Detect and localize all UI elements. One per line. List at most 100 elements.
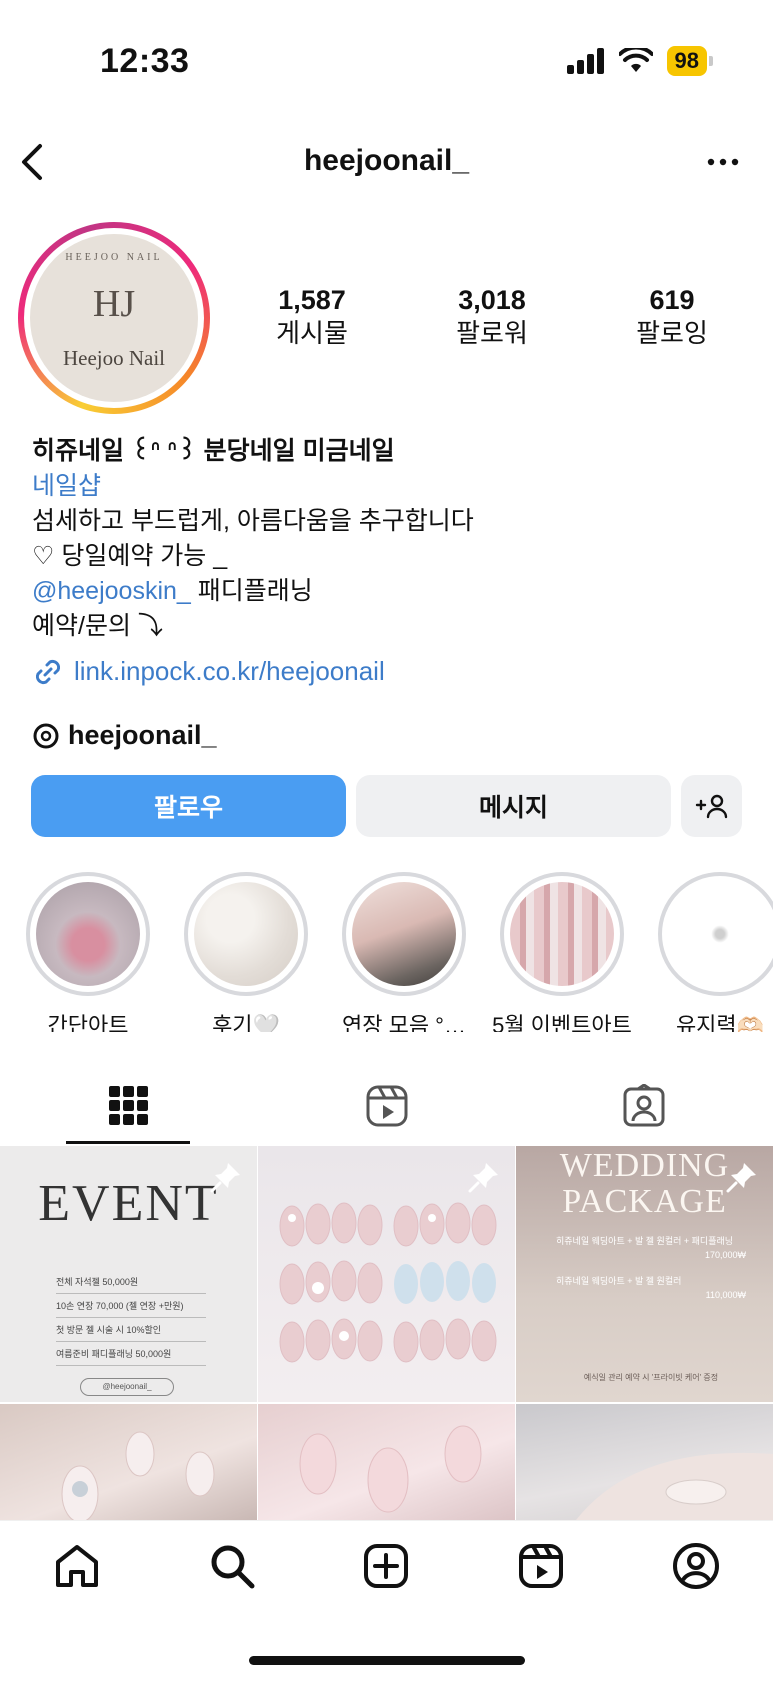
bio-mention-line: @heejooskin_ 패디플래닝: [32, 574, 752, 609]
nail-photo-image: [299, 1425, 482, 1513]
post-nail-art[interactable]: [258, 1146, 515, 1402]
post-wedding-package[interactable]: WEDDING PACKAGE 히쥬네일 웨딩아트 + 발 젤 원컬러 + 패디플…: [516, 1146, 773, 1402]
event-row: 전체 자석젤 50,000원: [56, 1270, 206, 1294]
bio-link-text: link.inpock.co.kr/heejoonail: [74, 656, 385, 686]
bio-category[interactable]: 네일샵: [32, 469, 752, 504]
pin-icon: [210, 1163, 240, 1193]
highlight-item[interactable]: 간단아트: [18, 872, 158, 1032]
profile-avatar[interactable]: HEEJOO NAIL HJ Heejoo Nail: [18, 222, 210, 414]
stat-label: 팔로워: [456, 318, 528, 348]
threads-handle: heejoonail_: [68, 720, 217, 750]
avatar-brand-name: Heejoo Nail: [62, 346, 166, 370]
status-time: 12:33: [100, 42, 190, 80]
highlight-thumbnail: [352, 882, 456, 986]
create-post-icon: [364, 1543, 409, 1588]
wedding-price: 110,000₩: [705, 1290, 746, 1300]
event-row: 첫 방문 젤 시술 시 10%할인: [56, 1318, 206, 1342]
nav-home[interactable]: [47, 1536, 107, 1596]
nail-photo-image: [576, 1452, 773, 1520]
stat-posts[interactable]: 1,587 게시물: [222, 284, 402, 350]
add-user-icon: [695, 794, 727, 819]
event-row: 10손 연장 70,000 (젤 연장 +만원): [56, 1294, 206, 1318]
avatar-image: HEEJOO NAIL HJ Heejoo Nail: [30, 234, 198, 402]
stat-label: 팔로잉: [636, 318, 708, 348]
wedding-price: 170,000₩: [704, 1250, 746, 1260]
highlight-thumbnail: [510, 882, 614, 986]
header-username: heejoonail_: [303, 144, 470, 177]
stat-value: 619: [649, 285, 695, 315]
highlight-label: 간단아트: [47, 1013, 129, 1032]
bottom-navigation: [0, 1520, 773, 1610]
reels-icon: [366, 1085, 407, 1127]
follow-button[interactable]: 팔로우: [31, 775, 346, 837]
battery-indicator: 98: [666, 46, 714, 76]
grid-icon: [108, 1086, 148, 1125]
wedding-title-line: PACKAGE: [562, 1183, 727, 1220]
highlight-item[interactable]: 후기🤍: [176, 872, 316, 1032]
nav-reels[interactable]: [511, 1536, 571, 1596]
stat-following[interactable]: 619 팔로잉: [582, 284, 762, 350]
highlight-item[interactable]: 5월 이벤트아트: [492, 872, 632, 1032]
more-options-icon[interactable]: [703, 142, 743, 182]
post-nail-photo[interactable]: [258, 1404, 515, 1520]
pin-icon: [468, 1163, 498, 1193]
nav-search[interactable]: [202, 1536, 262, 1596]
status-icons: 98: [566, 46, 714, 76]
suggested-users-button[interactable]: [681, 775, 742, 837]
event-row: 여름준비 패디플래닝 50,000원: [56, 1342, 206, 1366]
tab-tagged[interactable]: [515, 1068, 773, 1144]
post-event[interactable]: EVENT 전체 자석젤 50,000원 10손 연장 70,000 (젤 연장…: [0, 1146, 257, 1402]
profile-header: heejoonail_: [0, 130, 773, 194]
post-nail-photo[interactable]: [0, 1404, 257, 1520]
wedding-note: 예식일 관리 예약 시 '프라이빗 케어' 증정: [583, 1373, 719, 1382]
highlight-label: 연장 모음 °…: [342, 1013, 466, 1032]
highlight-item[interactable]: 유지력🫶🏻: [650, 872, 773, 1032]
bio-link[interactable]: link.inpock.co.kr/heejoonail: [32, 654, 752, 689]
nail-photo-image: [61, 1431, 215, 1520]
story-highlights: 간단아트 후기🤍 연장 모음 °… 5월 이벤트아트 유지력🫶🏻: [0, 872, 773, 1032]
bio-line: ♡ 당일예약 가능 _: [32, 542, 228, 570]
nav-create[interactable]: [356, 1536, 416, 1596]
threads-badge[interactable]: heejoonail_: [32, 720, 217, 751]
profile-stats: 1,587 게시물 3,018 팔로워 619 팔로잉: [222, 284, 762, 350]
highlight-thumbnail: [36, 882, 140, 986]
highlight-item[interactable]: 연장 모음 °…: [334, 872, 474, 1032]
stat-value: 3,018: [458, 285, 526, 315]
avatar-arc-text: HEEJOO NAIL: [65, 252, 163, 263]
event-handle-tag: @heejoonail_: [80, 1378, 174, 1396]
status-bar: 12:33 98: [0, 0, 773, 120]
threads-icon: [33, 723, 59, 748]
highlight-thumbnail: [668, 882, 772, 986]
bio-mention[interactable]: @heejooskin_: [32, 577, 191, 605]
profile-bio: 히쥬네일 ꒰ᐢ ᐢ꒱ 분당네일 미금네일 네일샵 섬세하고 부드럽게, 아름다움…: [32, 434, 752, 689]
profile-actions: 팔로우 메시지: [31, 775, 742, 837]
highlight-label: 5월 이벤트아트: [492, 1013, 632, 1032]
home-icon: [56, 1544, 99, 1587]
message-button[interactable]: 메시지: [356, 775, 671, 837]
bio-mention-suffix: 패디플래닝: [190, 577, 313, 605]
bio-line: 섬세하고 부드럽게, 아름다움을 추구합니다: [32, 507, 474, 535]
nav-profile[interactable]: [666, 1536, 726, 1596]
bio-line: 예약/문의 ⤵: [32, 612, 163, 640]
stat-value: 1,587: [278, 285, 346, 315]
highlight-label: 유지력🫶🏻: [675, 1013, 765, 1032]
signal-icon: [566, 48, 604, 74]
post-nail-photo[interactable]: [516, 1404, 773, 1520]
highlight-thumbnail: [194, 882, 298, 986]
bio-display-name: 히쥬네일 ꒰ᐢ ᐢ꒱ 분당네일 미금네일: [32, 437, 395, 465]
profile-tabs: [0, 1068, 773, 1144]
link-icon: [35, 659, 61, 684]
tagged-icon: [623, 1084, 665, 1127]
stat-followers[interactable]: 3,018 팔로워: [402, 284, 582, 350]
profile-icon: [672, 1542, 719, 1589]
tab-posts-grid[interactable]: [0, 1068, 258, 1144]
search-icon: [211, 1545, 255, 1588]
wedding-line: 히쥬네일 웨딩아트 + 발 젤 원컬러 + 패디플래닝: [556, 1236, 734, 1246]
avatar-monogram: HJ: [92, 283, 136, 325]
pin-icon: [726, 1163, 756, 1193]
wifi-icon: [618, 48, 653, 72]
highlight-label: 후기🤍: [212, 1013, 280, 1032]
tab-reels[interactable]: [258, 1068, 516, 1144]
event-list: 전체 자석젤 50,000원 10손 연장 70,000 (젤 연장 +만원) …: [56, 1270, 206, 1366]
reels-icon: [519, 1543, 564, 1588]
